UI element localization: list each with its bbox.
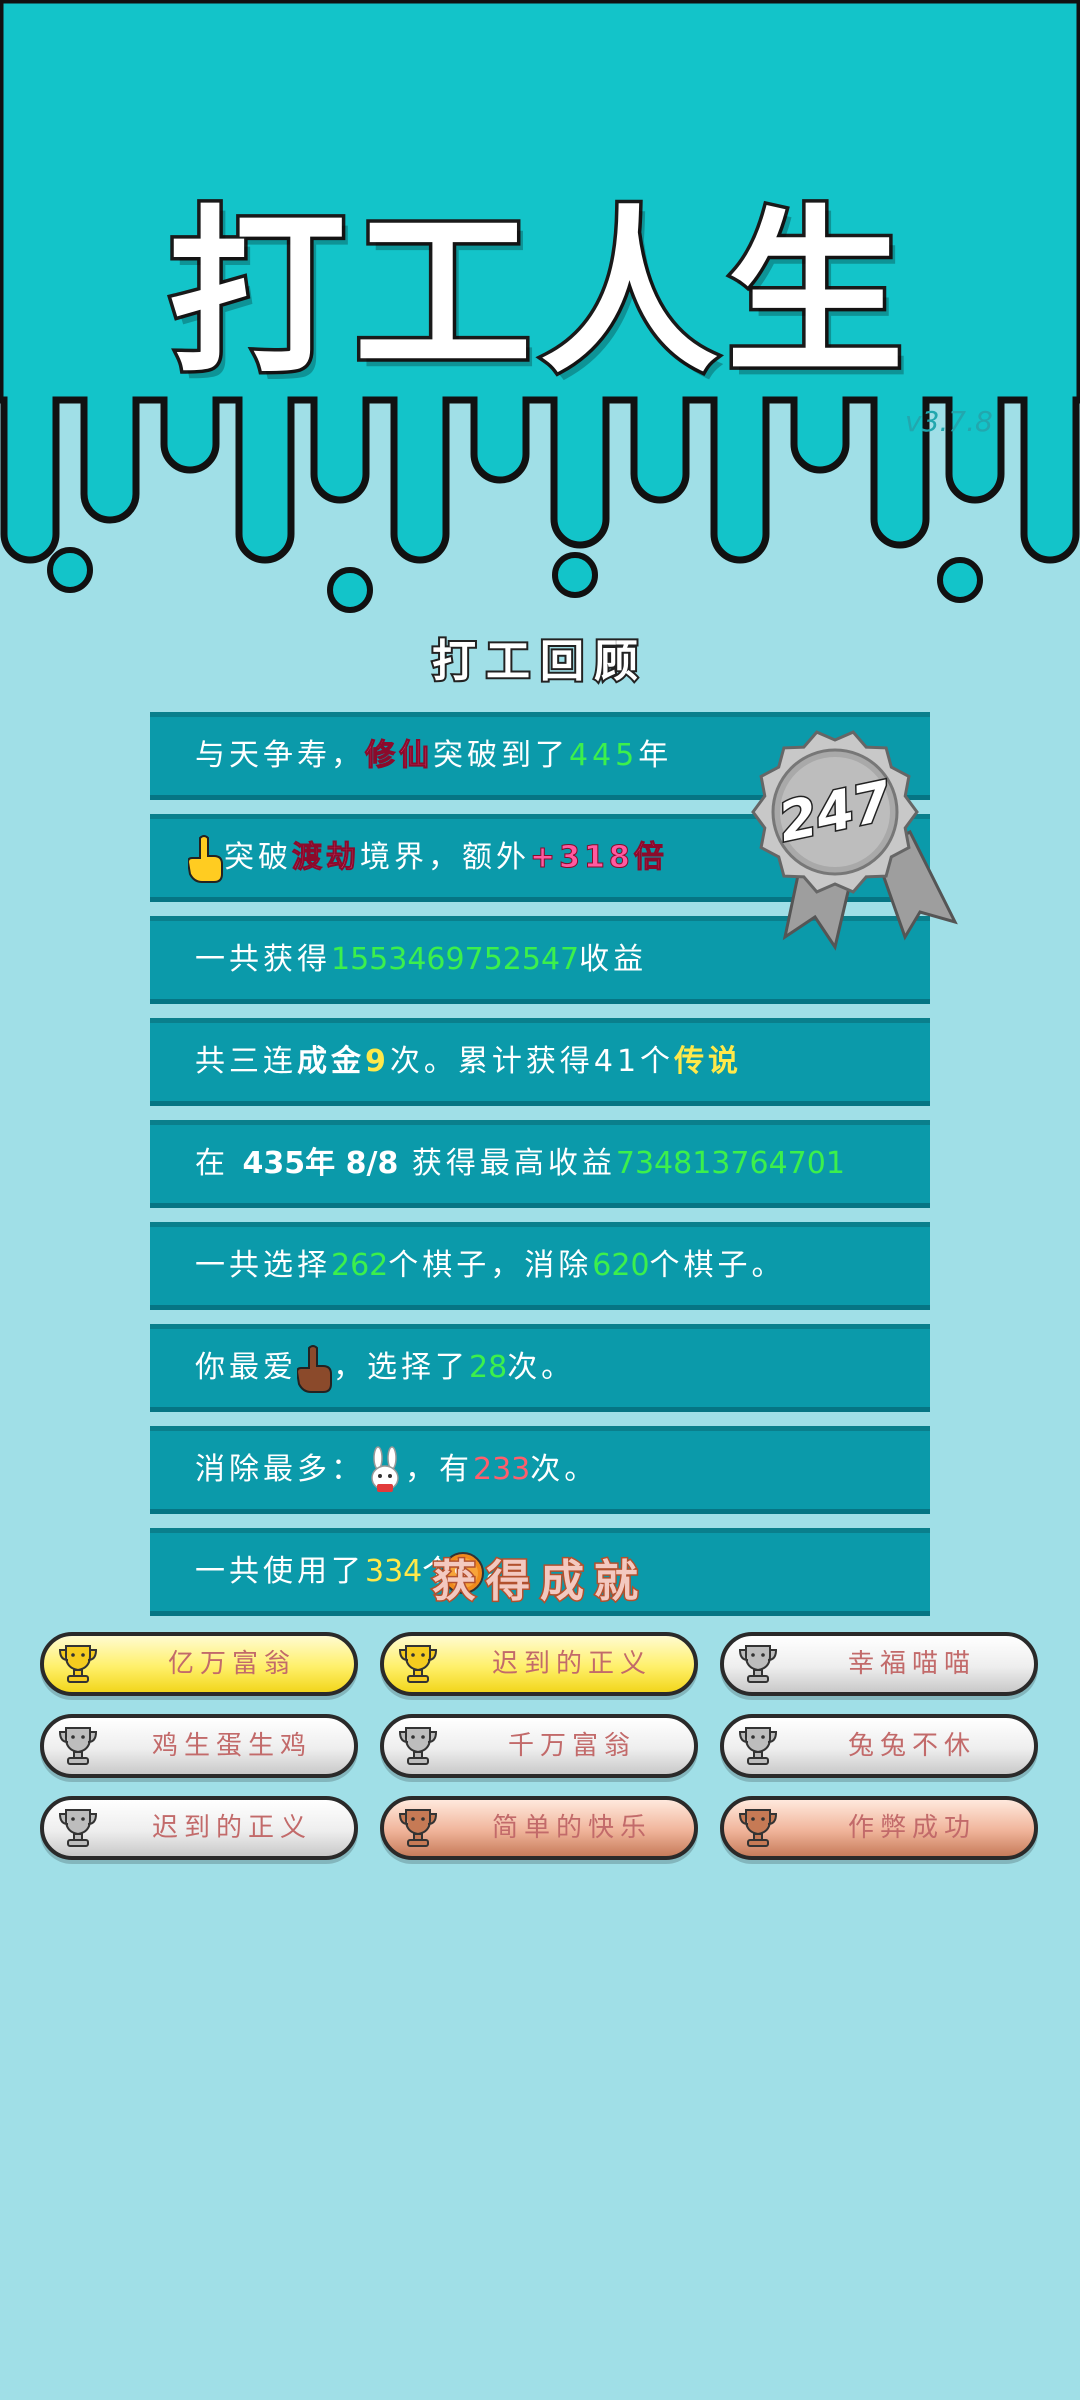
achievement-badge[interactable]: 迟到的正义 <box>40 1796 358 1860</box>
stat-text: 获得最高收益 <box>398 1146 616 1181</box>
stat-number: 262 <box>331 1248 389 1283</box>
achievement-badge[interactable]: 简单的快乐 <box>380 1796 698 1860</box>
stat-text: 突破 <box>224 840 292 875</box>
achievement-badge[interactable]: 迟到的正义 <box>380 1632 698 1696</box>
rabbit-icon <box>371 1445 399 1492</box>
achievement-label: 亿万富翁 <box>167 1649 296 1679</box>
stat-number: 9 <box>365 1044 390 1079</box>
stat-number: 28 <box>469 1350 508 1385</box>
review-heading: 打工回顾 <box>430 634 648 689</box>
medal-badge-icon: 247 <box>751 730 958 951</box>
stat-row-most-eliminated: 消除最多： ，有233次。 <box>150 1426 930 1514</box>
achievement-badge[interactable]: 亿万富翁 <box>40 1632 358 1696</box>
drip-dot <box>552 552 598 598</box>
trophy-icon <box>58 1645 98 1683</box>
achievement-label: 幸福喵喵 <box>847 1649 976 1679</box>
stat-highlight: 修仙 <box>365 738 433 774</box>
achievement-badge[interactable]: 鸡生蛋生鸡 <box>40 1714 358 1778</box>
stat-text: ，选择了 <box>333 1350 469 1385</box>
trophy-icon <box>398 1809 438 1847</box>
trophy-icon <box>398 1727 438 1765</box>
stat-text: 与天争寿， <box>195 738 365 773</box>
version-label: v3.7.8 <box>905 405 993 438</box>
stat-text: 在 <box>195 1146 243 1181</box>
achievement-label: 千万富翁 <box>507 1731 636 1761</box>
stat-text: 次。 <box>530 1452 599 1487</box>
stat-highlight: 传说 <box>674 1044 743 1079</box>
game-title: 打工人生 <box>165 187 912 401</box>
stat-text: 个棋子，消除 <box>388 1248 593 1283</box>
stat-bold: 成金 <box>297 1044 365 1079</box>
achievements-heading: 获得成就 <box>431 1555 648 1609</box>
stat-text: 境界，额外 <box>360 840 530 875</box>
stat-number: 445 <box>569 738 639 773</box>
achievement-badge[interactable]: 千万富翁 <box>380 1714 698 1778</box>
stat-bold: 435年 8/8 <box>242 1146 399 1181</box>
stat-row-pieces: 一共选择262个棋子，消除620个棋子。 <box>150 1222 930 1310</box>
stat-row-favorite: 你最爱 ，选择了28次。 <box>150 1324 930 1412</box>
achievement-badge[interactable]: 兔兔不休 <box>720 1714 1038 1778</box>
stat-text: 次。累计获得41个 <box>389 1044 675 1079</box>
achievement-label: 作弊成功 <box>847 1813 976 1843</box>
stat-number: 734813764701 <box>615 1146 845 1181</box>
stat-number: 1553469752547 <box>331 942 580 977</box>
stat-text: 突破到了 <box>433 738 569 773</box>
stat-number: 620 <box>592 1248 650 1283</box>
drip-dot <box>937 557 983 603</box>
stat-highlight: 渡劫 <box>292 840 360 876</box>
stat-text: ，有 <box>405 1452 473 1487</box>
achievement-label: 迟到的正义 <box>151 1813 312 1843</box>
stat-text: 消除最多： <box>195 1452 365 1487</box>
achievement-badge[interactable]: 作弊成功 <box>720 1796 1038 1860</box>
stat-text: 你最爱 <box>195 1350 297 1385</box>
achievement-badge[interactable]: 幸福喵喵 <box>720 1632 1038 1696</box>
stat-row-triple-gold: 共三连成金9次。累计获得41个传说 <box>150 1018 930 1106</box>
trophy-icon <box>738 1809 778 1847</box>
trophy-icon <box>738 1645 778 1683</box>
brown-hand-icon <box>297 1344 332 1393</box>
stat-text: 一共选择 <box>195 1248 331 1283</box>
achievement-label: 简单的快乐 <box>491 1813 652 1843</box>
achievement-label: 迟到的正义 <box>491 1649 652 1679</box>
trophy-icon <box>58 1809 98 1847</box>
stat-text: 一共获得 <box>195 942 331 977</box>
trophy-icon <box>58 1727 98 1765</box>
stat-row-highest-income: 在 435年 8/8 获得最高收益734813764701 <box>150 1120 930 1208</box>
stat-text: 次。 <box>507 1350 576 1385</box>
achievement-label: 兔兔不休 <box>847 1731 976 1761</box>
stat-text: 共三连 <box>195 1044 297 1079</box>
stat-number: 233 <box>473 1452 531 1487</box>
achievement-label: 鸡生蛋生鸡 <box>151 1731 312 1761</box>
trophy-icon <box>398 1645 438 1683</box>
stat-text: 收益 <box>579 942 648 977</box>
stat-text: 年 <box>638 738 673 773</box>
stat-text: 个棋子。 <box>649 1248 786 1283</box>
pointing-hand-icon <box>188 834 223 883</box>
drip-dot <box>47 547 93 593</box>
drip-dot <box>327 567 373 613</box>
trophy-icon <box>738 1727 778 1765</box>
stat-number: +318倍 <box>530 840 668 876</box>
